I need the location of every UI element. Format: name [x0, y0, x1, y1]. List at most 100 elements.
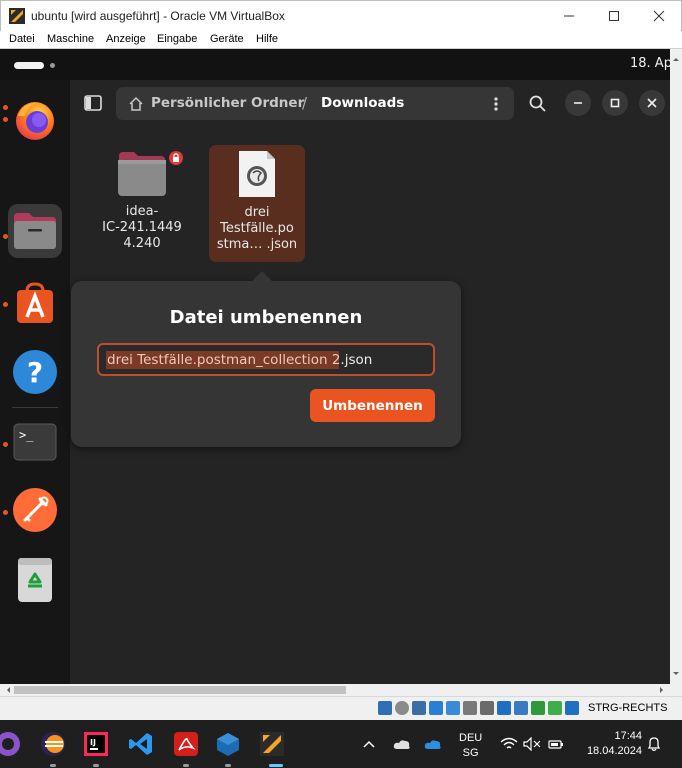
close-button[interactable] [646, 5, 672, 27]
rename-popover: Datei umbenennen drei Testfälle.postman_… [71, 271, 461, 447]
audio-icon[interactable] [412, 701, 426, 715]
taskbar-acrobat[interactable] [170, 728, 202, 760]
scroll-up-icon[interactable] [670, 53, 682, 65]
scrollbar-corner [670, 684, 682, 696]
taskbar-running-indicator [183, 764, 189, 767]
window-minimize-button[interactable] [565, 90, 591, 116]
dock-trash[interactable] [8, 553, 62, 607]
file-label: idea- IC-241.1449 4.240 [102, 204, 182, 251]
menu-eingabe[interactable]: Eingabe [157, 33, 197, 45]
menu-datei[interactable]: Datei [9, 33, 35, 45]
cloud-icon[interactable] [392, 737, 412, 751]
gnome-top-bar: 18. Ap [0, 49, 670, 80]
svg-text:>_: >_ [19, 428, 34, 442]
display-icon[interactable] [480, 701, 494, 715]
onedrive-icon[interactable] [423, 737, 443, 751]
maximize-button[interactable] [601, 5, 627, 27]
windows-taskbar: IJ DEU SG 17:44 18.04.2024 [0, 720, 682, 768]
close-icon [647, 98, 657, 108]
taskbar-vscode[interactable] [125, 728, 157, 760]
svg-text:IJ: IJ [90, 738, 96, 747]
maximize-icon [609, 11, 619, 21]
shared-folders-icon[interactable] [463, 701, 477, 715]
menu-maschine[interactable]: Maschine [47, 33, 94, 45]
breadcrumb-home[interactable]: Persönlicher Ordner [151, 95, 304, 111]
dock-terminal[interactable]: >_ [8, 415, 62, 469]
keyboard-icon[interactable] [548, 701, 562, 715]
taskbar-active-indicator [269, 764, 283, 767]
minimize-icon [574, 102, 582, 104]
window-close-button[interactable] [639, 90, 665, 116]
dock: ? >_ [0, 80, 70, 684]
rename-button[interactable]: Umbenennen [310, 389, 435, 422]
battery-icon[interactable] [548, 737, 564, 751]
window-maximize-button[interactable] [602, 90, 628, 116]
vertical-scrollbar[interactable] [670, 49, 682, 684]
rename-input[interactable]: drei Testfälle.postman_collection 2.json [97, 343, 435, 376]
screen: ubuntu [wird ausgeführt] - Oracle VM Vir… [0, 0, 682, 768]
sidebar-icon [84, 95, 102, 111]
video-capture-icon[interactable] [497, 701, 511, 715]
window-title: ubuntu [wird ausgeführt] - Oracle VM Vir… [31, 9, 285, 23]
scroll-left-icon[interactable] [2, 684, 14, 696]
breadcrumb: Persönlicher Ordner / Downloads [116, 87, 514, 120]
horizontal-scroll-thumb[interactable] [14, 686, 346, 694]
popover-arrow [252, 271, 272, 291]
mouse-integration-icon[interactable] [514, 701, 528, 715]
json-file-icon [239, 151, 275, 197]
workspace-indicator[interactable] [50, 63, 55, 68]
guest-display: 18. Ap ? >_ Persönlicher Ordner / Downlo… [0, 49, 670, 684]
firefox-icon [16, 102, 54, 140]
taskbar-intellij[interactable]: IJ [80, 728, 112, 760]
input-language[interactable]: DEU SG [459, 731, 482, 761]
file-label: drei Testfälle.po stma… .json [216, 205, 298, 252]
top-bar-clock[interactable]: 18. Ap [630, 56, 670, 71]
dock-help[interactable]: ? [8, 345, 62, 399]
search-button[interactable] [528, 94, 548, 114]
scroll-right-icon[interactable] [656, 684, 668, 696]
status-icons [378, 701, 579, 715]
file-item-json-selected[interactable]: drei Testfälle.po stma… .json [209, 145, 305, 262]
kebab-menu-icon[interactable] [488, 95, 504, 113]
usb-icon[interactable] [446, 701, 460, 715]
network-icon[interactable] [429, 701, 443, 715]
taskbar-clock[interactable]: 17:44 18.04.2024 [572, 729, 642, 759]
taskbar-virtualbox-vm[interactable] [256, 728, 288, 760]
breadcrumb-current[interactable]: Downloads [321, 95, 404, 111]
menu-anzeige[interactable]: Anzeige [106, 33, 146, 45]
wifi-icon[interactable] [500, 737, 518, 751]
host-key-arrow-icon[interactable] [565, 701, 579, 715]
dock-postman[interactable] [8, 483, 62, 537]
taskbar-virtualbox[interactable] [212, 728, 244, 760]
breadcrumb-separator: / [302, 94, 308, 112]
dock-firefox[interactable] [8, 93, 62, 147]
maximize-icon [610, 98, 620, 108]
files-headerbar: Persönlicher Ordner / Downloads [70, 80, 670, 130]
vscode-icon [129, 733, 152, 755]
rename-input-value[interactable]: drei Testfälle.postman_collection 2.json [107, 352, 372, 368]
taskbar-running-indicator [93, 764, 99, 767]
minimize-button[interactable] [556, 5, 582, 27]
dock-files[interactable] [8, 204, 62, 258]
cpu-icon[interactable] [531, 701, 545, 715]
sidebar-toggle-button[interactable] [84, 95, 102, 111]
file-item-folder[interactable]: idea- IC-241.1449 4.240 [94, 144, 190, 262]
taskbar-eclipse[interactable] [37, 728, 69, 760]
taskbar-github-desktop[interactable] [0, 728, 24, 760]
workspace-indicator-active[interactable] [14, 62, 44, 69]
home-icon [129, 96, 143, 111]
chevron-up-icon[interactable] [362, 737, 376, 751]
scroll-down-icon[interactable] [670, 668, 682, 680]
app-center-icon [17, 282, 53, 323]
harddisk-icon[interactable] [378, 701, 392, 715]
horizontal-scrollbar[interactable] [0, 684, 670, 696]
speaker-muted-icon[interactable] [523, 737, 541, 751]
trash-icon [18, 558, 52, 602]
notification-bell-icon[interactable] [646, 736, 662, 752]
virtualbox-icon [9, 8, 25, 24]
optical-drive-icon[interactable] [395, 701, 409, 715]
minimize-icon [564, 15, 574, 17]
menu-geraete[interactable]: Geräte [210, 33, 244, 45]
dock-app-center[interactable] [8, 276, 62, 330]
menu-hilfe[interactable]: Hilfe [256, 33, 278, 45]
